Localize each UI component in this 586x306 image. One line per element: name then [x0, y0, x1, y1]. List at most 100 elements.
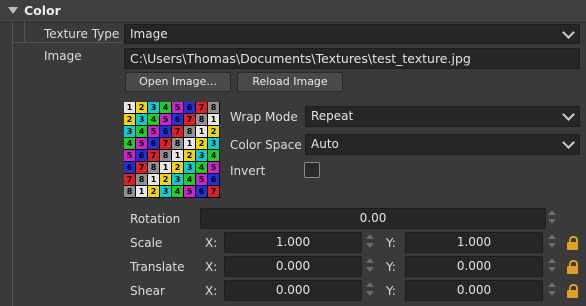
- texture-preview-cell: 1: [196, 126, 207, 137]
- texture-preview-cell: 6: [184, 102, 195, 113]
- translate-x-label: X:: [205, 260, 218, 274]
- image-label: Image: [44, 49, 82, 63]
- texture-preview-thumbnail: 1234567823456781345678124567812356781234…: [124, 102, 220, 198]
- open-image-button[interactable]: Open Image...: [125, 72, 231, 92]
- translate-y-label: Y:: [386, 260, 396, 274]
- texture-preview-cell: 4: [196, 162, 207, 173]
- chevron-down-icon: [562, 26, 575, 39]
- translate-y-spinner-icon[interactable]: [548, 257, 556, 275]
- texture-preview-cell: 3: [172, 174, 183, 185]
- translate-x-field[interactable]: 0.000: [224, 256, 362, 277]
- shear-y-spinner-icon[interactable]: [548, 281, 556, 299]
- texture-preview-cell: 6: [160, 126, 171, 137]
- shear-y-label: Y:: [386, 284, 396, 298]
- texture-preview-cell: 2: [172, 162, 183, 173]
- lock-icon[interactable]: [567, 260, 578, 274]
- scale-y-spinner-icon[interactable]: [548, 233, 556, 251]
- texture-preview-cell: 1: [172, 150, 183, 161]
- rotation-field[interactable]: 0.00: [200, 208, 546, 229]
- scale-label: Scale: [130, 236, 163, 250]
- texture-preview-cell: 4: [124, 138, 135, 149]
- wrap-mode-dropdown[interactable]: Repeat: [305, 106, 580, 127]
- texture-preview-cell: 4: [172, 186, 183, 197]
- texture-preview-cell: 2: [148, 186, 159, 197]
- wrap-mode-label: Wrap Mode: [230, 110, 298, 124]
- texture-preview-cell: 7: [160, 138, 171, 149]
- shear-x-field[interactable]: 0.000: [224, 280, 362, 301]
- scale-x-field[interactable]: 1.000: [224, 232, 362, 253]
- shear-x-spinner-icon[interactable]: [366, 281, 374, 299]
- translate-y-field[interactable]: 0.000: [405, 256, 543, 277]
- texture-preview-cell: 2: [124, 114, 135, 125]
- texture-preview-cell: 7: [208, 186, 219, 197]
- chevron-down-icon: [562, 136, 575, 149]
- image-path-value: C:\Users\Thomas\Documents\Textures\test_…: [130, 51, 471, 66]
- scale-y-value: 1.000: [456, 235, 492, 249]
- texture-preview-cell: 6: [136, 150, 147, 161]
- texture-preview-cell: 8: [124, 186, 135, 197]
- translate-x-value: 0.000: [275, 259, 311, 273]
- chevron-down-icon: [562, 108, 575, 121]
- shear-x-value: 0.000: [275, 283, 311, 297]
- translate-x-spinner-icon[interactable]: [366, 257, 374, 275]
- section-header[interactable]: Color: [0, 0, 586, 23]
- texture-preview-cell: 4: [184, 174, 195, 185]
- section-title: Color: [24, 3, 61, 18]
- texture-preview-cell: 1: [148, 174, 159, 185]
- lock-icon[interactable]: [567, 284, 578, 298]
- texture-preview-cell: 6: [172, 114, 183, 125]
- texture-preview-cell: 3: [196, 150, 207, 161]
- shear-x-label: X:: [205, 284, 218, 298]
- scale-y-label: Y:: [386, 236, 396, 250]
- invert-label: Invert: [230, 164, 266, 178]
- texture-preview-cell: 2: [136, 102, 147, 113]
- texture-preview-cell: 3: [124, 126, 135, 137]
- rotation-spinner-icon[interactable]: [548, 209, 556, 227]
- color-space-value: Auto: [311, 137, 339, 151]
- image-path-field[interactable]: C:\Users\Thomas\Documents\Textures\test_…: [124, 48, 580, 69]
- texture-preview-cell: 6: [148, 138, 159, 149]
- texture-preview-cell: 2: [208, 126, 219, 137]
- texture-type-label: Texture Type: [44, 27, 120, 41]
- texture-preview-cell: 8: [172, 138, 183, 149]
- scale-y-field[interactable]: 1.000: [405, 232, 543, 253]
- wrap-mode-value: Repeat: [311, 109, 354, 123]
- texture-preview-cell: 2: [160, 174, 171, 185]
- invert-checkbox[interactable]: [304, 162, 320, 178]
- shear-y-field[interactable]: 0.000: [405, 280, 543, 301]
- texture-preview-cell: 4: [136, 126, 147, 137]
- texture-preview-cell: 2: [196, 138, 207, 149]
- translate-label: Translate: [130, 260, 185, 274]
- texture-preview-cell: 7: [136, 162, 147, 173]
- reload-image-button[interactable]: Reload Image: [237, 72, 343, 92]
- texture-preview-cell: 4: [208, 150, 219, 161]
- scale-x-label: X:: [205, 236, 218, 250]
- color-space-label: Color Space: [230, 138, 302, 152]
- texture-preview-cell: 8: [136, 174, 147, 185]
- texture-preview-cell: 5: [208, 162, 219, 173]
- texture-preview-cell: 8: [208, 102, 219, 113]
- scale-x-spinner-icon[interactable]: [366, 233, 374, 251]
- texture-preview-cell: 5: [124, 150, 135, 161]
- color-space-dropdown[interactable]: Auto: [305, 134, 580, 155]
- texture-preview-cell: 6: [196, 186, 207, 197]
- texture-preview-cell: 8: [160, 150, 171, 161]
- lock-icon[interactable]: [567, 236, 578, 250]
- texture-preview-cell: 3: [160, 186, 171, 197]
- texture-preview-cell: 3: [148, 102, 159, 113]
- texture-preview-cell: 4: [160, 102, 171, 113]
- texture-preview-cell: 4: [148, 114, 159, 125]
- texture-preview-cell: 8: [184, 126, 195, 137]
- texture-preview-cell: 6: [124, 162, 135, 173]
- texture-preview-cell: 8: [148, 162, 159, 173]
- rotation-value: 0.00: [359, 211, 387, 225]
- tree-guide-line: [12, 22, 13, 306]
- shear-label: Shear: [130, 284, 165, 298]
- texture-preview-cell: 7: [184, 114, 195, 125]
- texture-type-dropdown[interactable]: Image: [124, 24, 580, 44]
- triangle-down-icon[interactable]: [8, 7, 18, 14]
- texture-preview-cell: 1: [124, 102, 135, 113]
- texture-preview-cell: 5: [196, 174, 207, 185]
- texture-preview-cell: 2: [184, 150, 195, 161]
- texture-preview-cell: 1: [136, 186, 147, 197]
